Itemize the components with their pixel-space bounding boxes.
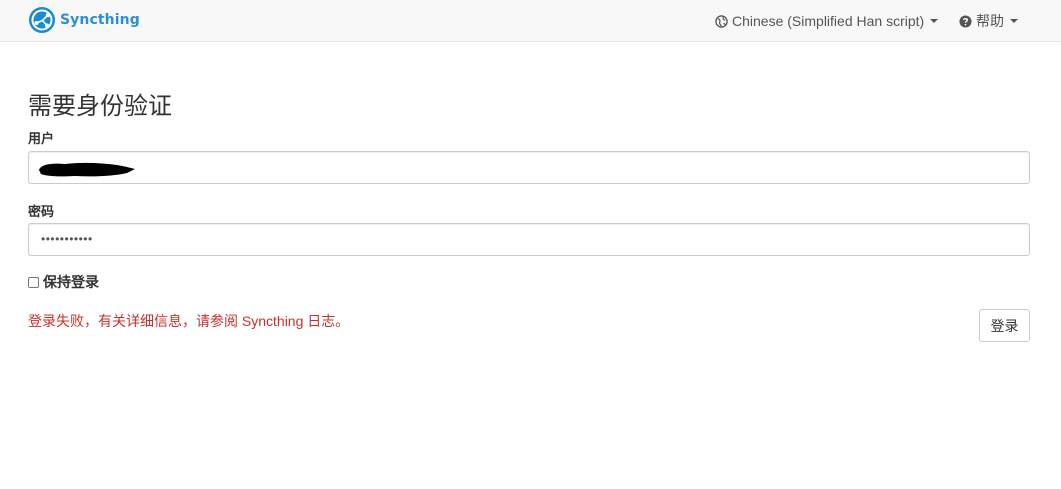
- top-navbar: Syncthing Chinese (Simplified Han script…: [0, 0, 1061, 42]
- error-message: 登录失败，有关详细信息，请参阅 Syncthing 日志。: [28, 313, 350, 329]
- keep-logged-in-label: 保持登录: [43, 274, 99, 290]
- chevron-down-icon: [930, 19, 939, 23]
- keep-logged-in-checkbox[interactable]: 保持登录: [28, 272, 99, 292]
- page-title: 需要身份验证: [28, 93, 172, 120]
- syncthing-logo-icon: [29, 7, 55, 33]
- language-label: Chinese (Simplified Han script): [732, 13, 925, 29]
- redaction-mark: [39, 162, 135, 177]
- user-label: 用户: [28, 131, 55, 146]
- help-dropdown[interactable]: 帮助: [959, 11, 1018, 31]
- brand[interactable]: Syncthing: [28, 5, 140, 35]
- question-circle-icon: [959, 14, 972, 28]
- password-value: •••••••••••: [41, 231, 93, 246]
- checkbox-box[interactable]: [28, 276, 39, 288]
- help-label: 帮助: [976, 13, 1004, 29]
- brand-name: Syncthing: [60, 12, 140, 28]
- user-field[interactable]: [28, 151, 1030, 184]
- login-button[interactable]: 登录: [979, 309, 1030, 342]
- language-dropdown[interactable]: Chinese (Simplified Han script): [715, 11, 939, 31]
- password-field[interactable]: •••••••••••: [28, 223, 1030, 256]
- chevron-down-icon: [1010, 19, 1018, 23]
- password-label: 密码: [28, 204, 55, 219]
- globe-icon: [715, 14, 728, 28]
